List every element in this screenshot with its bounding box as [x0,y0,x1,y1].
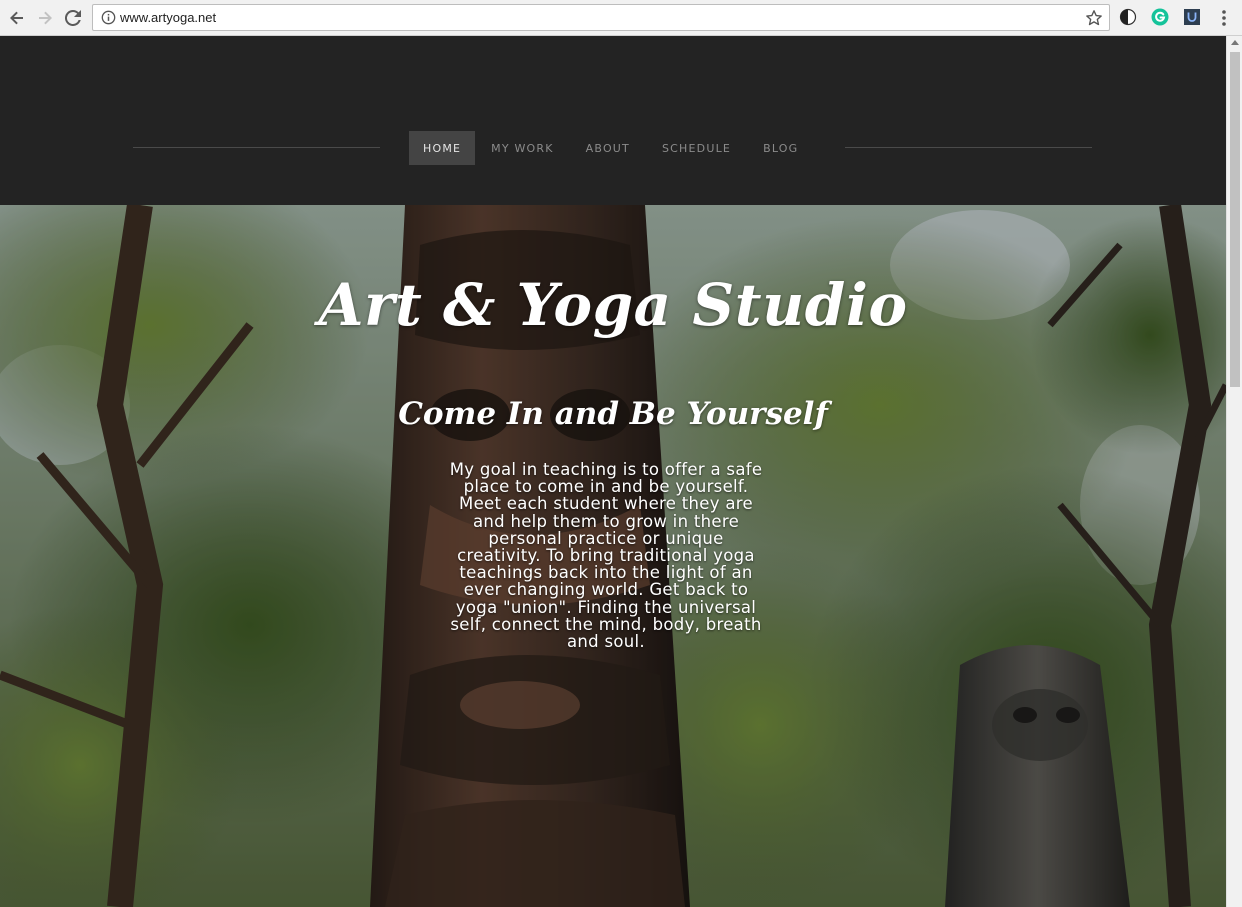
site-header: HOME MY WORK ABOUT SCHEDULE BLOG [0,36,1226,205]
hero-section: Art & Yoga Studio Come In and Be Yoursel… [0,205,1226,907]
info-icon[interactable] [101,10,116,25]
hero-title: Art & Yoga Studio [318,271,908,339]
web-page: HOME MY WORK ABOUT SCHEDULE BLOG Art & Y… [0,36,1226,907]
main-navigation: HOME MY WORK ABOUT SCHEDULE BLOG [409,131,814,165]
browser-toolbar: www.artyoga.net [0,0,1242,36]
nav-item-schedule[interactable]: SCHEDULE [646,131,747,165]
nav-item-home[interactable]: HOME [409,131,476,165]
hero-description: My goal in teaching is to offer a safe p… [449,460,763,652]
nav-item-my-work[interactable]: MY WORK [475,131,570,165]
reload-icon[interactable] [61,6,85,30]
star-icon[interactable] [1085,9,1103,27]
nav-item-about[interactable]: ABOUT [570,131,646,165]
back-arrow-icon[interactable] [5,6,29,30]
grammarly-extension-icon[interactable] [1151,8,1169,26]
ublock-extension-icon[interactable] [1183,8,1201,26]
scroll-up-arrow-icon[interactable] [1231,40,1239,45]
scrollbar-thumb[interactable] [1230,52,1240,387]
header-divider-left [133,147,380,148]
forward-arrow-icon[interactable] [33,6,57,30]
page-scrollbar[interactable] [1226,36,1242,907]
more-vert-icon[interactable] [1216,8,1232,28]
url-text[interactable]: www.artyoga.net [120,10,216,25]
nav-item-blog[interactable]: BLOG [747,131,814,165]
address-bar[interactable]: www.artyoga.net [92,4,1110,31]
contrast-extension-icon[interactable] [1119,8,1137,26]
header-divider-right [845,147,1092,148]
hero-subtitle: Come In and Be Yourself [398,396,828,432]
